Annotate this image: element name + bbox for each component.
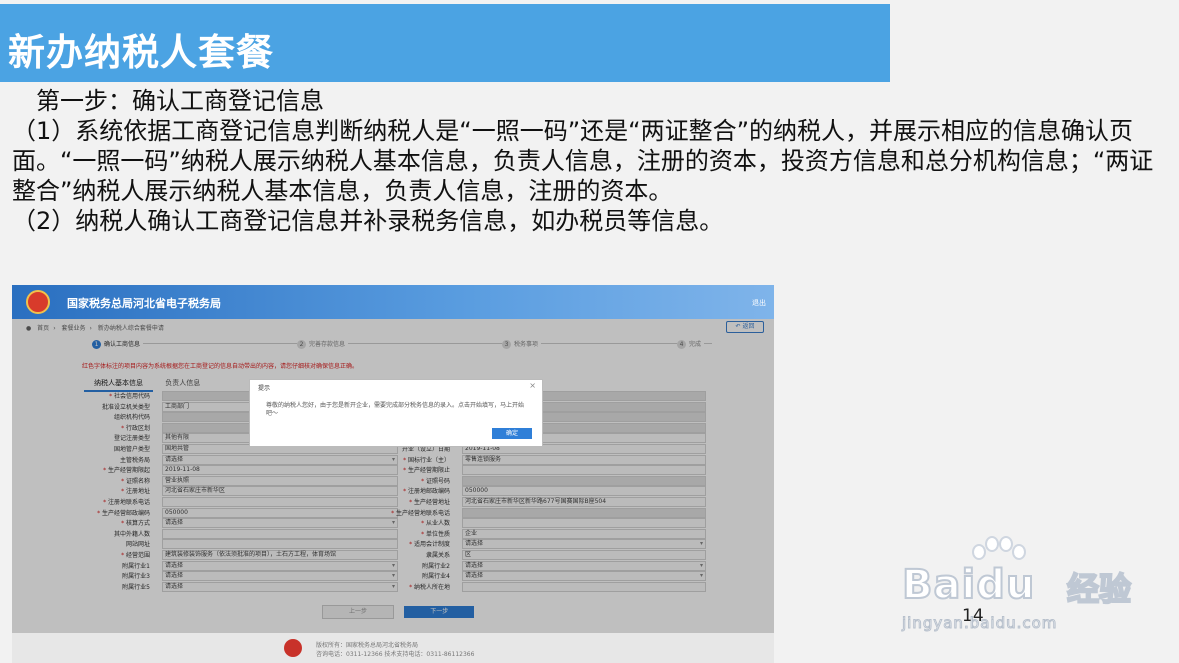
modal-overlay — [12, 319, 774, 633]
watermark-jingyan: 经验 — [1066, 569, 1132, 609]
footer-line-2: 咨询电话：0311-12366 技术支持电话：0311-86112366 — [316, 651, 475, 658]
step-title: 第一步：确认工商登记信息 — [36, 87, 324, 115]
app-header: 国家税务总局河北省电子税务局 退出 — [12, 285, 774, 319]
footer-line-1: 版权所有：国家税务总局河北省税务局 — [316, 642, 419, 649]
footer-emblem-icon — [284, 639, 302, 657]
slide-body: 第一步：确认工商登记信息 （1）系统依据工商登记信息判断纳税人是“一照一码”还是… — [12, 86, 1172, 236]
dialog-title: 提示 — [258, 385, 271, 392]
dialog-ok-button[interactable]: 确定 — [492, 428, 532, 439]
slide-title: 新办纳税人套餐 — [8, 31, 274, 74]
dialog-message: 尊敬的纳税人您好，由于您是新开企业，需要完成部分税务信息的录入。点击开始填写，马… — [266, 402, 525, 417]
app-footer: 版权所有：国家税务总局河北省税务局 咨询电话：0311-12366 技术支持电话… — [12, 633, 774, 663]
footer-text: 版权所有：国家税务总局河北省税务局 咨询电话：0311-12366 技术支持电话… — [316, 641, 474, 659]
app-name: 国家税务总局河北省电子税务局 — [67, 297, 221, 310]
paragraph-1: （1）系统依据工商登记信息判断纳税人是“一照一码”还是“两证整合”的纳税人，并展… — [12, 117, 1154, 205]
prompt-dialog: 提示 × 尊敬的纳税人您好，由于您是新开企业，需要完成部分税务信息的录入。点击开… — [249, 379, 543, 447]
watermark-brand: Baidu — [901, 561, 1036, 609]
slide-title-bar: 新办纳税人套餐 — [0, 4, 890, 82]
embedded-screenshot: 国家税务总局河北省电子税务局 退出 ● 首页 › 套餐业务 › 新办纳税人综合套餐申… — [12, 285, 774, 663]
paragraph-2: （2）纳税人确认工商登记信息并补录税务信息，如办税员等信息。 — [12, 207, 724, 235]
logout-link[interactable]: 退出 — [752, 298, 766, 308]
tax-emblem-icon — [26, 290, 50, 314]
close-icon[interactable]: × — [529, 381, 536, 390]
baidu-jingyan-watermark: Baidu 经验 jingyan.baidu.com — [901, 536, 1152, 636]
watermark-url: jingyan.baidu.com — [901, 614, 1058, 633]
